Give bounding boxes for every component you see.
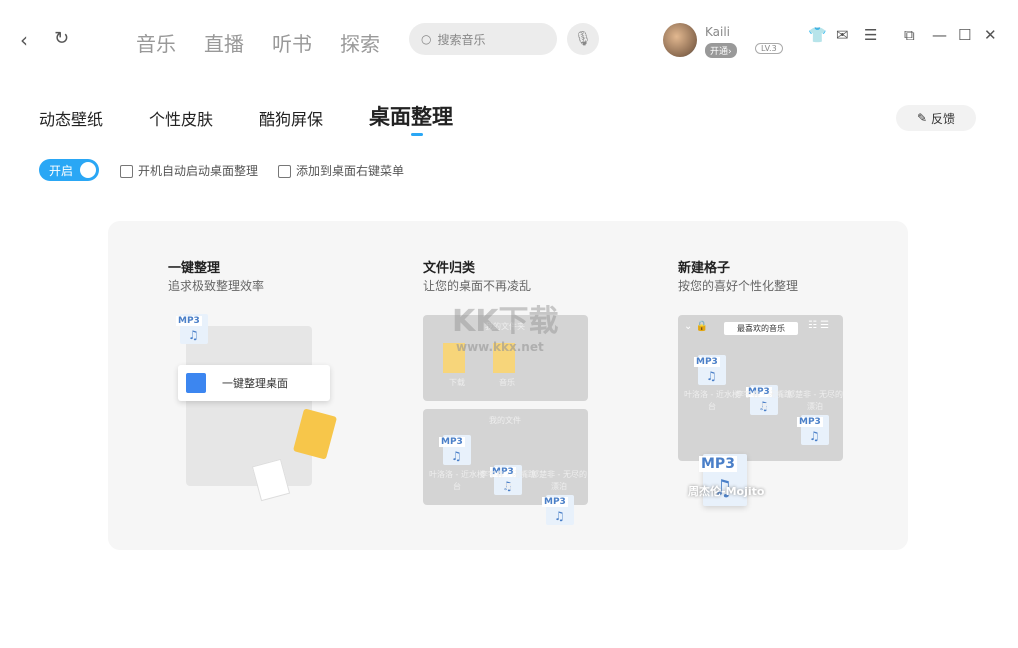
feature-desc: 追求极致整理效率	[168, 279, 265, 293]
level-badge: LV.3	[755, 43, 783, 54]
username[interactable]: Kaili	[705, 25, 730, 39]
checkbox	[278, 165, 291, 178]
vip-badge[interactable]: 开通›	[705, 43, 737, 58]
nav-audiobook[interactable]: 听书	[272, 28, 312, 57]
search-icon: ○	[421, 32, 432, 46]
feature-desc: 按您的喜好个性化整理	[678, 279, 799, 293]
nav-explore[interactable]: 探索	[340, 28, 380, 57]
maximize-icon[interactable]: ☐	[958, 26, 971, 44]
close-icon[interactable]: ✕	[984, 26, 997, 44]
organize-desktop-button: 一键整理桌面	[178, 365, 330, 401]
watermark-url: www.kkx.net	[456, 340, 544, 354]
avatar[interactable]	[663, 23, 697, 57]
grid-panel: ⌄ 🔒 最喜欢的音乐 ☷ ☰ MP3 ♫ MP3 ♫ MP3 ♫ 叶洛洛 - 近水楼台…	[678, 315, 843, 461]
microphone-icon: 🎙	[574, 31, 592, 47]
minimize-icon[interactable]: —	[932, 26, 947, 44]
tab-live-wallpaper[interactable]: 动态壁纸	[39, 106, 103, 130]
mail-icon[interactable]: ✉	[836, 26, 849, 44]
tab-skins[interactable]: 个性皮肤	[149, 106, 213, 130]
nav-live[interactable]: 直播	[204, 28, 244, 57]
mp3-file-icon: MP3 ♫	[797, 415, 829, 445]
watermark: KK下载	[452, 304, 559, 339]
menu-icon[interactable]: ☰	[864, 26, 877, 44]
refresh-button[interactable]: ↻	[54, 28, 69, 49]
active-tab-indicator	[411, 133, 423, 136]
feedback-button[interactable]: ✎ 反馈	[896, 105, 976, 131]
nav-music[interactable]: 音乐	[136, 28, 176, 57]
grid-name: 最喜欢的音乐	[724, 322, 798, 335]
enable-toggle[interactable]: 开启	[39, 159, 99, 181]
back-button[interactable]: ‹	[20, 28, 28, 52]
autostart-checkbox[interactable]: 开机自动启动桌面整理	[120, 162, 258, 179]
mini-mode-icon[interactable]: ⧉	[904, 26, 915, 44]
toggle-knob	[80, 162, 96, 178]
skin-icon[interactable]: 👕	[808, 26, 827, 44]
list-icon: ☷ ☰	[808, 320, 830, 331]
mp3-file-icon: MP3 ♫	[439, 435, 471, 465]
voice-search-button[interactable]: 🎙	[567, 23, 599, 55]
feature-title: 一键整理	[168, 261, 221, 276]
collapse-icon: ⌄ 🔒	[684, 321, 709, 332]
mp3-file-icon: MP3 ♫	[176, 314, 208, 344]
tab-screensaver[interactable]: 酷狗屏保	[259, 106, 323, 130]
mp3-file-icon: MP3 ♫	[694, 355, 726, 385]
context-menu-checkbox[interactable]: 添加到桌面右键菜单	[278, 162, 404, 179]
tab-desktop-organizer[interactable]: 桌面整理	[369, 101, 453, 131]
feature-desc: 让您的桌面不再凌乱	[423, 279, 532, 293]
feature-title: 文件归类	[423, 261, 476, 276]
dragging-file-name: 周杰伦-Mojito	[688, 485, 765, 498]
mp3-file-icon: MP3 ♫	[542, 495, 574, 525]
edit-icon: ✎	[916, 111, 928, 125]
feature-title: 新建格子	[678, 261, 731, 276]
checkbox	[120, 165, 133, 178]
search-input[interactable]: ○ 搜索音乐	[409, 23, 557, 55]
organize-icon	[186, 373, 206, 393]
file-panel: 我的文件 MP3 ♫ MP3 ♫ MP3 ♫ 叶洛洛 - 近水楼台 李宇春 - 闭嘴跳…	[423, 409, 588, 525]
desktop-illustration	[186, 326, 312, 486]
